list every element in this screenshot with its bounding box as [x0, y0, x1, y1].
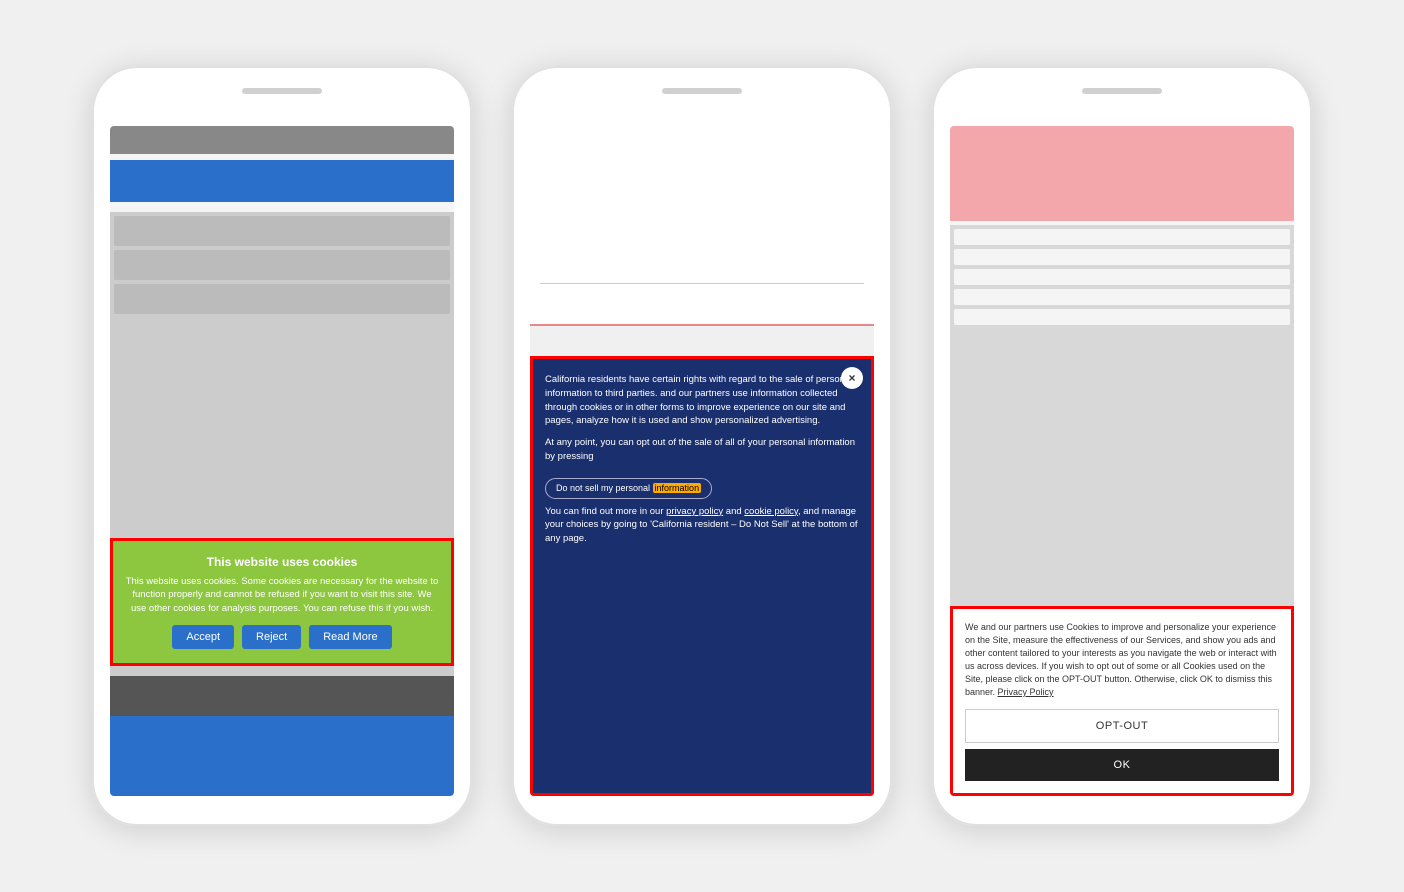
- reject-button[interactable]: Reject: [242, 625, 301, 649]
- cookie-banner-3: We and our partners use Cookies to impro…: [950, 606, 1294, 796]
- cb2-para2: At any point, you can opt out of the sal…: [545, 436, 859, 464]
- phone-2: × California residents have certain righ…: [512, 66, 892, 826]
- ph1-gray-bar: [110, 126, 454, 154]
- ph1-dark-bottom: [110, 676, 454, 716]
- cookie-banner-1-desc: This website uses cookies. Some cookies …: [125, 575, 439, 615]
- close-button[interactable]: ×: [841, 367, 863, 389]
- ph2-line: [540, 283, 864, 284]
- cb2-para3: You can find out more in our privacy pol…: [545, 505, 859, 546]
- ph3-white-line-4: [954, 289, 1290, 305]
- phone-3: We and our partners use Cookies to impro…: [932, 66, 1312, 826]
- cookie-policy-link[interactable]: cookie policy: [744, 506, 798, 517]
- opt-out-button[interactable]: OPT-OUT: [965, 709, 1279, 743]
- ph1-bottom-blue: [110, 716, 454, 796]
- ph1-blue-bar: [110, 160, 454, 202]
- phones-container: This website uses cookies This website u…: [52, 26, 1352, 866]
- ph2-content: × California residents have certain righ…: [530, 126, 874, 796]
- read-more-button[interactable]: Read More: [309, 625, 391, 649]
- cookie-banner-1-title: This website uses cookies: [125, 555, 439, 569]
- ph3-pink-block: [950, 126, 1294, 221]
- cb3-desc: We and our partners use Cookies to impro…: [965, 621, 1279, 699]
- phone-1: This website uses cookies This website u…: [92, 66, 472, 826]
- privacy-policy-link[interactable]: privacy policy: [666, 506, 723, 517]
- cb2-para1: California residents have certain rights…: [545, 373, 859, 428]
- ph1-gray-block-1: [114, 216, 450, 246]
- cookie-banner-1-buttons: Accept Reject Read More: [125, 625, 439, 649]
- opt-out-pill[interactable]: Do not sell my personal information: [545, 478, 712, 499]
- phone-3-screen: We and our partners use Cookies to impro…: [950, 126, 1294, 796]
- ph3-content: We and our partners use Cookies to impro…: [950, 126, 1294, 796]
- opt-out-highlight: information: [653, 483, 702, 493]
- ph1-gray-block-2: [114, 250, 450, 280]
- ph3-white-line-2: [954, 249, 1290, 265]
- accept-button[interactable]: Accept: [172, 625, 234, 649]
- ph1-content: This website uses cookies This website u…: [110, 126, 454, 796]
- phone-2-screen: × California residents have certain righ…: [530, 126, 874, 796]
- ph3-white-line-5: [954, 309, 1290, 325]
- cookie-banner-1: This website uses cookies This website u…: [110, 538, 454, 666]
- ph3-white-line-3: [954, 269, 1290, 285]
- cb3-privacy-policy-link[interactable]: Privacy Policy: [998, 687, 1054, 697]
- cookie-banner-2: × California residents have certain righ…: [530, 356, 874, 796]
- ok-button[interactable]: OK: [965, 749, 1279, 781]
- ph2-white-area: [530, 126, 874, 326]
- ph3-white-line-1: [954, 229, 1290, 245]
- ph2-middle-area: [530, 326, 874, 356]
- phone-1-screen: This website uses cookies This website u…: [110, 126, 454, 796]
- ph1-gray-block-3: [114, 284, 450, 314]
